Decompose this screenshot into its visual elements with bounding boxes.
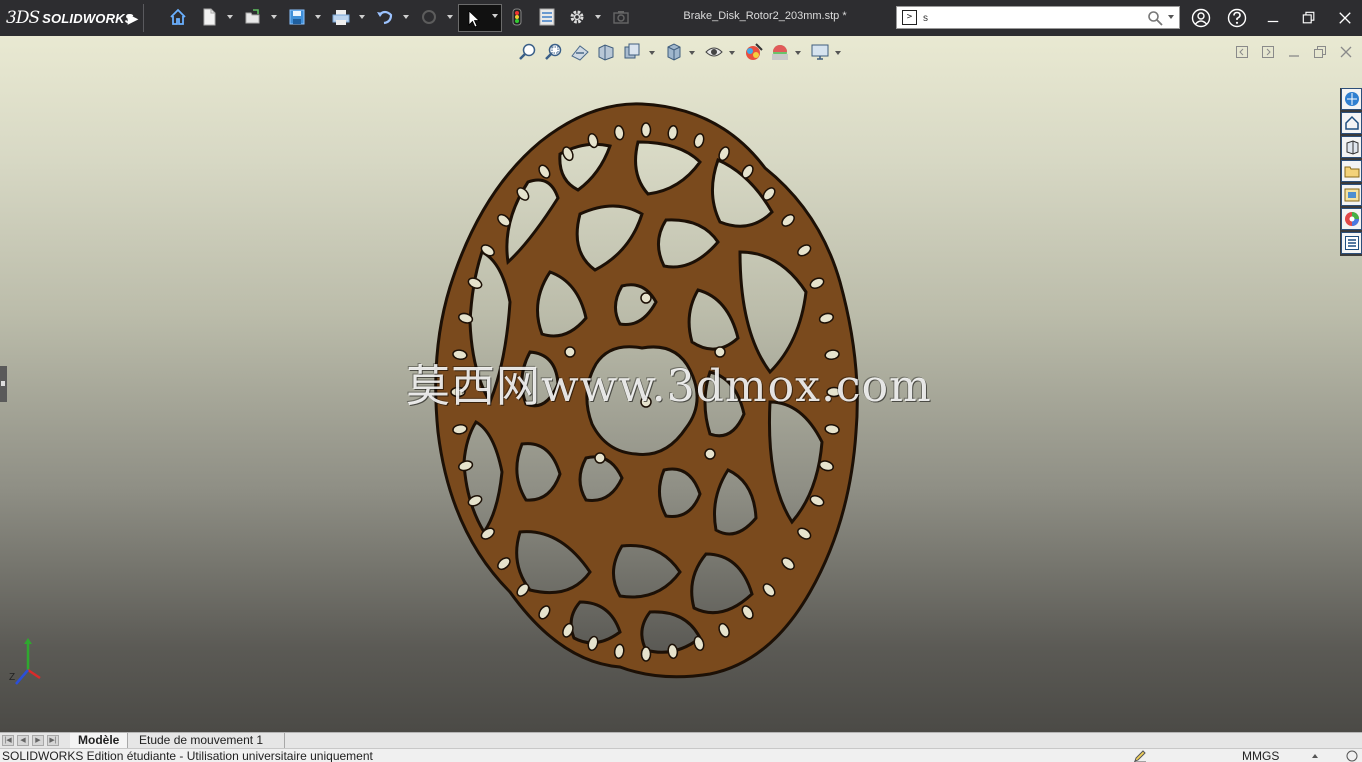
tab-model[interactable]: Modèle: [70, 733, 129, 748]
redo-dropdown-icon[interactable]: [446, 12, 454, 22]
dynamic-annotation-icon[interactable]: [622, 42, 642, 62]
viewport-close-icon[interactable]: [1338, 44, 1354, 60]
ds-logo-mark: 3DS: [6, 8, 40, 28]
rebuild-traffic-light-icon[interactable]: [506, 6, 528, 28]
tab-next-icon[interactable]: ▶: [32, 735, 44, 746]
rotor-mount-hole: [640, 292, 652, 304]
print-icon[interactable]: [330, 6, 352, 28]
watermark-text: 莫西网www.3dmox.com: [406, 361, 932, 412]
graphics-area[interactable]: 莫西网www.3dmox.com Z: [0, 36, 1362, 732]
previous-view-icon[interactable]: [570, 42, 590, 62]
document-title: Brake_Disk_Rotor2_203mm.stp *: [683, 10, 847, 22]
rotor-mount-hole: [704, 448, 716, 460]
undo-dropdown-icon[interactable]: [402, 12, 410, 22]
search-input[interactable]: [923, 9, 1133, 27]
scene-dropdown-icon[interactable]: [794, 49, 802, 57]
select-tool[interactable]: [458, 4, 502, 32]
search-box[interactable]: >: [896, 6, 1180, 29]
select-dropdown-icon[interactable]: [491, 11, 499, 21]
apply-scene-icon[interactable]: [770, 42, 790, 62]
save-icon[interactable]: [286, 6, 308, 28]
tab-motion-study[interactable]: Etude de mouvement 1: [131, 733, 285, 748]
menu-expand-arrow-icon[interactable]: ▶: [126, 9, 140, 27]
section-view-icon[interactable]: [596, 42, 616, 62]
file-explorer-icon[interactable]: [1341, 136, 1362, 158]
appearances-scenes-icon[interactable]: [1341, 184, 1362, 206]
reference-triad: Z: [9, 638, 41, 685]
new-dropdown-icon[interactable]: [226, 12, 234, 22]
close-icon[interactable]: [1334, 7, 1356, 29]
view-collapse-left-icon[interactable]: [1234, 44, 1250, 60]
new-document-icon[interactable]: [198, 6, 220, 28]
triad-z-label: Z: [9, 672, 15, 683]
tab-bar: |◀ ◀ ▶ ▶| Modèle Etude de mouvement 1: [0, 732, 1362, 748]
file-properties-icon[interactable]: [536, 6, 558, 28]
screen-capture-icon[interactable]: [610, 6, 632, 28]
view-palette-icon[interactable]: [1341, 160, 1362, 182]
status-text: SOLIDWORKS Edition étudiante - Utilisati…: [2, 749, 373, 762]
design-library-icon[interactable]: [1341, 112, 1362, 134]
feature-manager-toggle[interactable]: [0, 366, 7, 402]
solidworks-resources-icon[interactable]: [1341, 88, 1362, 110]
rotor-vent-hole: [640, 122, 652, 138]
display-dropdown-icon[interactable]: [728, 49, 736, 57]
zoom-to-fit-icon[interactable]: [518, 42, 538, 62]
display-style-icon[interactable]: [704, 42, 724, 62]
units-menu-arrow-icon[interactable]: [1312, 754, 1318, 758]
status-help-icon[interactable]: [1346, 750, 1358, 762]
view-dropdown-icon[interactable]: [648, 49, 656, 57]
unit-system[interactable]: MMGS: [1242, 749, 1279, 762]
triad-y-arrow: [24, 638, 32, 644]
save-dropdown-icon[interactable]: [314, 12, 322, 22]
options-gear-icon[interactable]: [566, 6, 588, 28]
logo-text: SOLIDWORKS: [42, 10, 134, 26]
edit-appearance-icon[interactable]: [744, 42, 764, 62]
toolbar-divider: [143, 4, 144, 32]
restore-icon[interactable]: [1298, 7, 1320, 29]
settings-dropdown-icon[interactable]: [834, 49, 842, 57]
view-collapse-right-icon[interactable]: [1260, 44, 1276, 60]
minimize-icon[interactable]: [1262, 7, 1284, 29]
undo-icon[interactable]: [374, 6, 396, 28]
view-settings-icon[interactable]: [810, 42, 830, 62]
color-wheel-icon[interactable]: [1341, 208, 1362, 230]
print-dropdown-icon[interactable]: [358, 12, 366, 22]
rotor-vent-hole: [640, 646, 652, 662]
title-bar: 3DS SOLIDWORKS ▶ Brake_Disk_Rotor2_203mm…: [0, 0, 1362, 36]
search-dropdown-icon[interactable]: [1167, 12, 1175, 22]
open-dropdown-icon[interactable]: [270, 12, 278, 22]
options-dropdown-icon[interactable]: [594, 12, 602, 22]
open-icon[interactable]: [242, 6, 264, 28]
tab-last-icon[interactable]: ▶|: [47, 735, 59, 746]
viewport-restore-icon[interactable]: [1312, 44, 1328, 60]
viewport-minimize-icon[interactable]: [1286, 44, 1302, 60]
task-pane-tabs: [1340, 88, 1362, 256]
status-bar: SOLIDWORKS Edition étudiante - Utilisati…: [0, 748, 1362, 762]
help-icon[interactable]: [1226, 7, 1248, 29]
rebuild-edit-icon[interactable]: [1133, 749, 1147, 762]
zoom-to-area-icon[interactable]: [544, 42, 564, 62]
orientation-dropdown-icon[interactable]: [688, 49, 696, 57]
user-icon[interactable]: [1190, 7, 1212, 29]
rotor-mount-hole: [594, 452, 606, 464]
triad-x-axis: [27, 668, 41, 680]
view-orientation-icon[interactable]: [664, 42, 684, 62]
home-icon[interactable]: [167, 6, 189, 28]
tab-first-icon[interactable]: |◀: [2, 735, 14, 746]
solidworks-logo[interactable]: 3DS SOLIDWORKS: [6, 6, 134, 30]
search-icon[interactable]: [1147, 10, 1163, 26]
select-arrow-icon[interactable]: [463, 8, 485, 30]
redo-icon[interactable]: [418, 6, 440, 28]
custom-properties-icon[interactable]: [1341, 232, 1362, 254]
command-search-icon[interactable]: >: [902, 10, 917, 25]
tab-prev-icon[interactable]: ◀: [17, 735, 29, 746]
triad-z-axis: [15, 669, 29, 685]
